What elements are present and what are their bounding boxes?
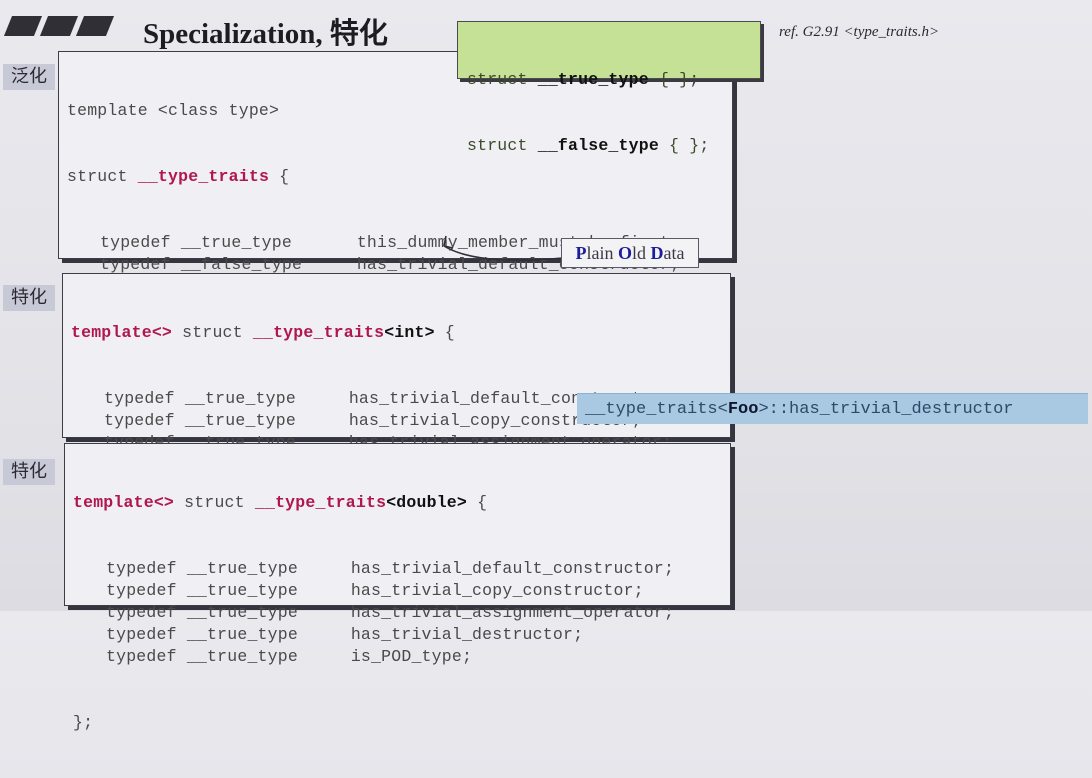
double-close-line: }; bbox=[73, 713, 94, 732]
typedef-row: typedef __true_type has_trivial_default_c… bbox=[106, 559, 675, 578]
double-specialization-code: template<> struct __type_traits<double> … bbox=[73, 448, 674, 778]
int-specialization-header: template<> struct __type_traits<int> { bbox=[71, 323, 455, 342]
typedef-row: typedef __true_typeis_POD_type; bbox=[106, 647, 473, 666]
plain-old-data-note: Plain Old Data bbox=[561, 238, 699, 268]
typedef-row: typedef __true_type has_trivial_copy_cons… bbox=[106, 581, 644, 600]
double-typedef-rows: typedef __true_type has_trivial_default_c… bbox=[73, 558, 674, 668]
usage-example-bar: __type_traits<Foo>::has_trivial_destruct… bbox=[577, 393, 1088, 424]
typedef-row: typedef __true_typehas_trivial_assignmen… bbox=[106, 603, 675, 622]
double-specialization-header: template<> struct __type_traits<double> … bbox=[73, 493, 488, 512]
typedef-row: typedef __true_typehas_trivial_destructo… bbox=[106, 625, 584, 644]
double-specialization-panel: template<> struct __type_traits<double> … bbox=[64, 443, 731, 732]
